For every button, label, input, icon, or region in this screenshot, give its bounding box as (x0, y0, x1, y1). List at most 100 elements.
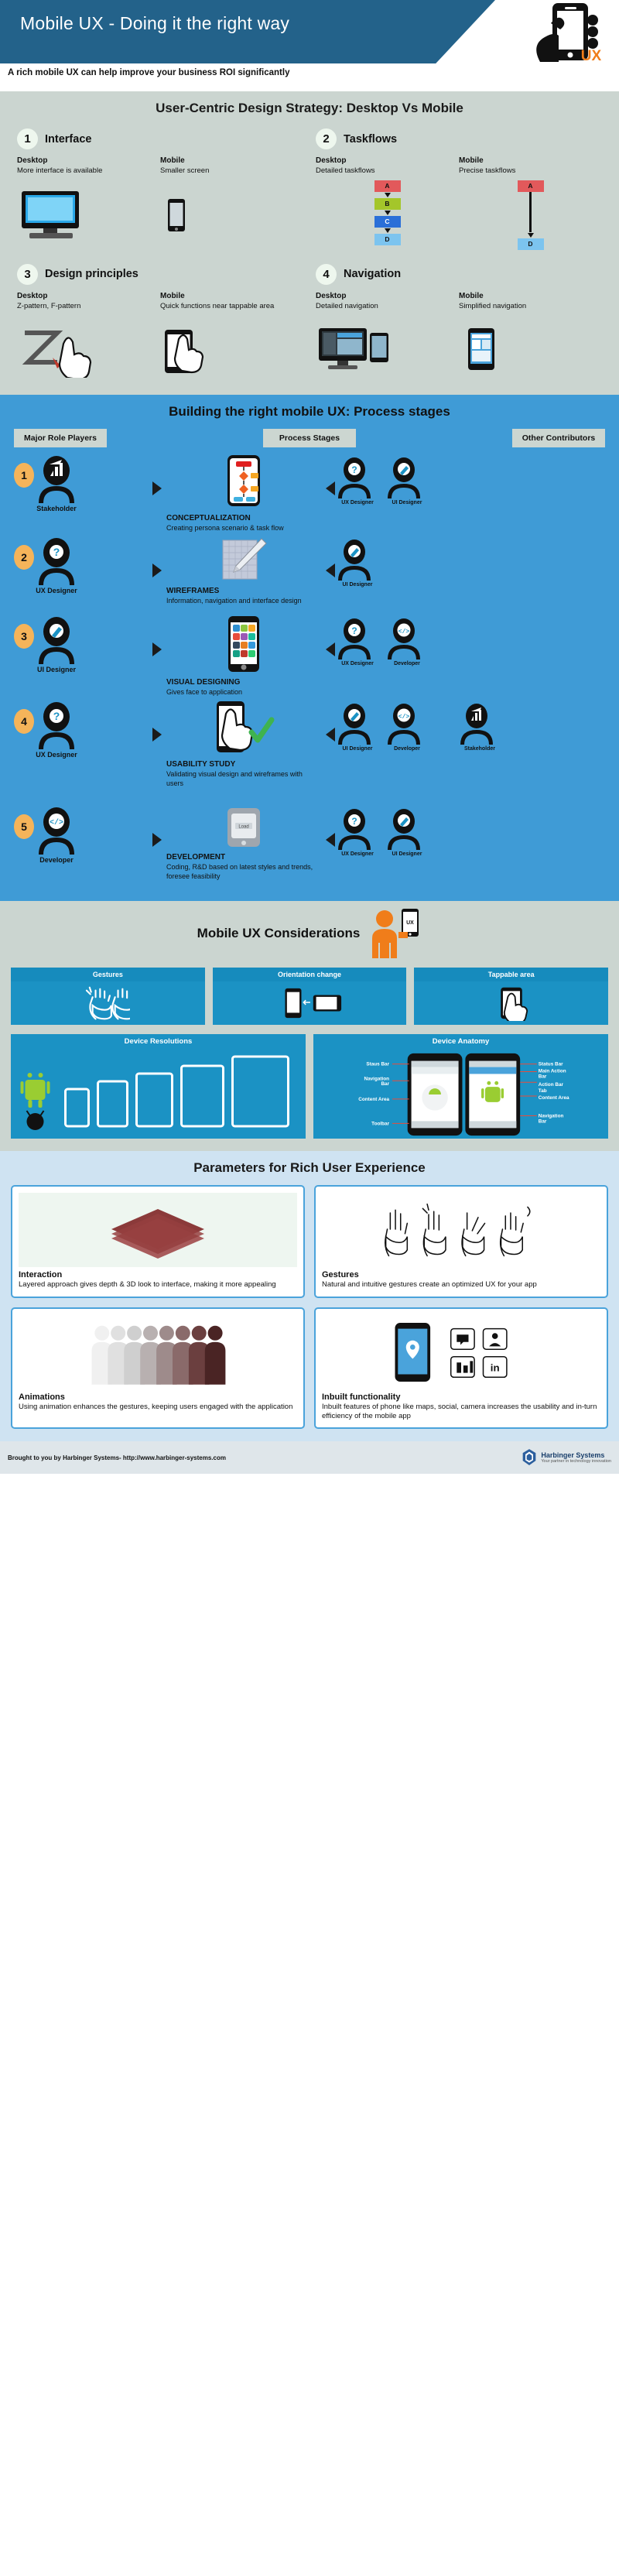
subtitle-bar: A rich mobile UX can help improve your b… (0, 63, 619, 91)
contributor: UI Designer (335, 539, 380, 587)
contributor-label: UI Designer (342, 746, 373, 752)
contributor: Stakeholder (457, 703, 502, 752)
flow-box-b: B (374, 197, 401, 210)
item-number: 3 (17, 263, 38, 285)
role-label: Stakeholder (36, 504, 77, 512)
arrow-right-icon (152, 642, 162, 656)
stage-desc: Creating persona scenario & task flow (166, 523, 284, 532)
contributor: </> Developer (385, 703, 429, 752)
flow-arrow-icon (384, 192, 391, 197)
contributor-label: UX Designer (341, 660, 374, 666)
contributor: UI Designer (335, 703, 380, 752)
consideration-card-orientation: Orientation change (212, 968, 407, 1026)
stage-title: WIREFRAMES (166, 586, 220, 595)
role-label: UX Designer (36, 751, 77, 759)
strategy-item-navigation: 4 Navigation Desktop Detailed navigation (310, 263, 608, 381)
svg-text:?: ? (53, 546, 60, 558)
pen-avatar-icon (388, 809, 420, 851)
question-avatar-icon: ? (39, 702, 74, 750)
svg-text:Status Bar: Status Bar (539, 1062, 563, 1067)
card-title: Gestures (11, 968, 205, 982)
step-number: 2 (14, 544, 34, 570)
device-sizes-icon (11, 1049, 306, 1139)
arrow-left-icon (326, 642, 335, 656)
question-avatar-icon: ? (39, 537, 74, 585)
desktop-text: Z-pattern, F-pattern (17, 301, 81, 310)
mobile-text: Smaller screen (160, 166, 210, 175)
desktop-monitor-icon (17, 176, 160, 242)
process-row: 5 </> Developer Load DEVELOPMENT Coding,… (9, 807, 610, 881)
chart-avatar-icon (39, 455, 74, 503)
mobile-label: Mobile (160, 291, 185, 300)
phone-apps-icon: in (322, 1315, 600, 1389)
contributor-label: UI Designer (342, 581, 373, 587)
flow-box-c: C (374, 215, 401, 228)
flow-line-icon (529, 191, 532, 232)
svg-text:UX: UX (581, 48, 602, 63)
consideration-card-gestures: Gestures (11, 968, 205, 1026)
svg-text:?: ? (351, 625, 357, 636)
role-label: UX Designer (36, 586, 77, 594)
contributor-label: UI Designer (392, 499, 422, 505)
stage-desc: Validating visual design and wireframes … (166, 770, 303, 788)
step-number: 1 (14, 462, 34, 488)
mobile-column: Mobile Smaller screen (160, 156, 303, 242)
arrow-left-icon (326, 481, 335, 495)
strategy-item-interface: 1 Interface Desktop More interface is av… (11, 128, 310, 253)
question-avatar-icon: ? (338, 809, 371, 851)
card-title: Orientation change (212, 968, 407, 982)
contributor-label: Developer (394, 660, 420, 666)
svg-text:</>: </> (398, 714, 410, 721)
item-title: Taskflows (344, 132, 398, 146)
step-number: 4 (14, 709, 34, 735)
flow-box-a: A (374, 180, 401, 192)
chart-avatar-icon (460, 704, 493, 745)
flow-box-a: A (517, 180, 544, 192)
parameter-card-gestures: Gestures Natural and intuitive gestures … (314, 1185, 608, 1298)
contributor: ? UX Designer (335, 618, 380, 666)
desktop-label: Desktop (316, 156, 347, 165)
svg-text:?: ? (351, 464, 357, 475)
hand-gestures-row-icon (322, 1193, 600, 1267)
pen-avatar-icon (338, 704, 371, 745)
mobile-label: Mobile (459, 291, 484, 300)
svg-text:?: ? (53, 710, 60, 722)
two-hands-gesture-icon (11, 981, 205, 1025)
section4-title: Parameters for Rich User Experience (193, 1160, 426, 1176)
role-player: ? UX Designer (34, 537, 79, 594)
flowchart-phone-icon (227, 454, 260, 506)
consideration-card-tappable: Tappable area (414, 968, 609, 1026)
item-title: Interface (45, 132, 92, 146)
section1-title: User-Centric Design Strategy: Desktop Vs… (156, 101, 463, 115)
consideration-card-anatomy: Device Anatomy Staus Bar Navigation Bar … (313, 1034, 608, 1139)
contributor-label: Stakeholder (463, 746, 496, 752)
mobile-label: Mobile (160, 156, 185, 165)
card-title: Interaction (19, 1270, 63, 1280)
svg-text:?: ? (351, 816, 357, 827)
code-avatar-icon: </> (388, 618, 420, 659)
phone-rotate-icon (213, 981, 407, 1025)
arrow-right-icon (152, 728, 162, 742)
svg-text:Bar: Bar (539, 1074, 547, 1080)
tappable-area-hand-icon (160, 311, 303, 378)
stage-title: DEVELOPMENT (166, 853, 226, 862)
desktop-column: Desktop More interface is available (17, 156, 160, 242)
load-device-icon: Load (227, 808, 260, 848)
svg-text:Bar: Bar (381, 1081, 389, 1087)
footer-tagline: Your partner in technology innovation (541, 1459, 611, 1464)
page-header: Mobile UX - Doing it the right way UX (0, 0, 619, 63)
section-process-stages: Building the right mobile UX: Process st… (0, 394, 619, 902)
desktop-label: Desktop (17, 291, 48, 300)
desktop-text: Detailed navigation (316, 301, 378, 310)
contributor: ? UX Designer (335, 808, 380, 857)
process-row: 1 Stakeholder CONCEPTUALIZATION Creating… (9, 454, 610, 533)
svg-text:Load: Load (238, 825, 248, 830)
desktop-label: Desktop (316, 291, 347, 300)
tap-phone-check-icon (217, 701, 275, 753)
arrow-right-icon (152, 481, 162, 495)
column-header-role-players: Major Role Players (14, 428, 107, 447)
flow-arrow-icon (384, 228, 391, 233)
mobile-column: Mobile Precise taskflows A D (459, 156, 602, 250)
consideration-card-resolutions: Device Resolutions (11, 1034, 306, 1139)
role-player: ? UX Designer (34, 701, 79, 759)
